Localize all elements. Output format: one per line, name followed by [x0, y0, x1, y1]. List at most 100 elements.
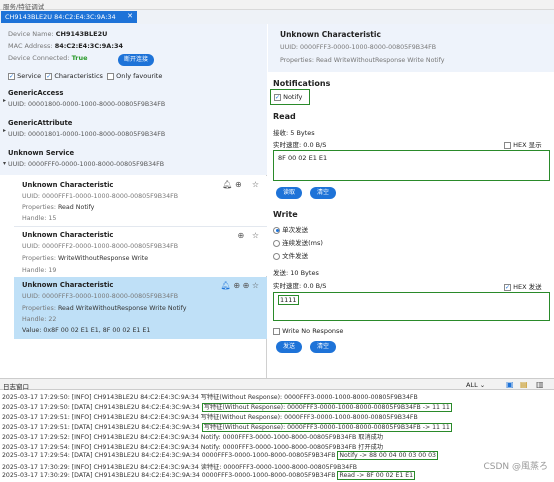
log-line: 2025-03-17 17:29:51: [DATA] CH9143BLE2U … — [2, 422, 452, 432]
service-uuid: UUID: 0000FFF0-0000-1000-8000-00805F9B34… — [8, 161, 165, 168]
characteristic-item-selected[interactable]: Unknown Characteristic UUID: 0000FFF3-00… — [14, 277, 267, 339]
clear-read-button[interactable]: 清空 — [310, 187, 336, 199]
log-message: Notify: 0000FFF3-0000-1000-8000-00805F9B… — [200, 444, 384, 451]
characteristic-name: Unknown Characteristic — [22, 181, 114, 189]
log-prefix: 2025-03-17 17:29:51: [INFO] CH9143BLE2U … — [2, 414, 201, 421]
service-name: Unknown Service — [8, 149, 75, 157]
props-value: WriteWithoutResponse Write — [57, 255, 149, 262]
log-line: 2025-03-17 17:30:29: [INFO] CH9143BLE2U … — [2, 462, 357, 471]
single-send-option[interactable]: 单次发送 — [273, 224, 308, 234]
upload-icon[interactable]: ⊕ — [237, 231, 244, 240]
service-item[interactable]: GenericAccess UUID: 00001800-0000-1000-8… — [8, 89, 165, 108]
log-message: Read -> 8F 00 02 E1 E1 — [337, 471, 416, 480]
hex-display-toggle[interactable]: HEX 显示 — [504, 139, 542, 149]
service-item[interactable]: Unknown Service UUID: 0000FFF0-0000-1000… — [8, 149, 164, 168]
log-filter-select[interactable]: ALL ⌄ — [466, 381, 485, 389]
device-name: CH9143BLE2U — [55, 30, 108, 38]
send-button[interactable]: 发送 — [276, 341, 302, 353]
favourite-checkbox[interactable] — [107, 72, 115, 80]
service-checkbox[interactable]: ✓ — [8, 72, 15, 80]
file-send-option[interactable]: 文件发送 — [273, 250, 308, 260]
characteristics-filter-label: Characteristics — [54, 72, 103, 80]
characteristic-value: Value: 0x8F 00 02 E1 E1, 8F 00 02 E1 E1 — [22, 327, 151, 334]
connected-label: Device Connected: — [8, 54, 70, 62]
expand-icon[interactable]: ▸ — [3, 127, 6, 134]
log-message: 读特征: 0000FFF3-0000-1000-8000-00805F9B34F… — [200, 464, 358, 471]
log-prefix: 2025-03-17 17:29:54: [DATA] CH9143BLE2U … — [2, 452, 338, 459]
write-rate: 实时速度: 0.0 B/S — [273, 282, 327, 290]
detail-header: Unknown Characteristic UUID: 0000FFF3-00… — [268, 24, 554, 72]
service-filter-label: Service — [17, 72, 42, 80]
characteristics-checkbox[interactable]: ✓ — [45, 72, 53, 80]
service-name: GenericAccess — [8, 89, 64, 97]
write-no-response-checkbox[interactable] — [273, 327, 280, 335]
favourite-filter-label: Only favourite — [116, 72, 163, 80]
hex-display-label: HEX 显示 — [513, 141, 542, 149]
write-value-field[interactable]: 1111 — [273, 292, 550, 321]
service-list: GenericAccess UUID: 00001800-0000-1000-8… — [0, 85, 267, 175]
tab-device[interactable]: CH9143BLE2U 84:C2:E4:3C:9A:34 ✕ — [1, 11, 137, 23]
log-header: 日志窗口 ALL ⌄ ▣ ▤ ▥ — [0, 378, 554, 391]
download-icon[interactable]: ⊕ — [235, 180, 242, 189]
log-line: 2025-03-17 17:29:52: [INFO] CH9143BLE2U … — [2, 432, 383, 441]
char-actions: 🔔︎ ⊕ ⊕ ☆ — [221, 281, 259, 290]
characteristic-item[interactable]: Unknown Characteristic UUID: 0000FFF2-00… — [14, 226, 267, 276]
single-send-label: 单次发送 — [282, 226, 309, 234]
clear-write-button[interactable]: 清空 — [310, 341, 336, 353]
clear-log-icon[interactable]: ▥ — [536, 380, 544, 389]
log-message: Notify -> 88 00 04 00 03 00 03 — [337, 451, 438, 460]
star-icon[interactable]: ☆ — [252, 180, 259, 189]
export-icon[interactable]: ▤ — [520, 380, 528, 389]
radio-icon[interactable] — [273, 226, 280, 234]
device-name-row: Device Name: CH9143BLE2U — [8, 30, 107, 38]
detail-uuid: UUID: 0000FFF3-0000-1000-8000-00805F9B34… — [280, 44, 437, 51]
continuous-send-label: 连续发送(ms) — [282, 239, 323, 247]
radio-icon[interactable] — [273, 239, 280, 247]
continuous-send-option[interactable]: 连续发送(ms) — [273, 237, 323, 247]
bell-icon[interactable]: 🔔︎ — [222, 180, 232, 189]
notify-checkbox[interactable]: ✓ Notify — [270, 89, 310, 105]
characteristic-name: Unknown Characteristic — [22, 231, 114, 239]
upload-icon[interactable]: ⊕ — [243, 281, 250, 290]
log-message: 写特征(Without Response): 0000FFF3-0000-100… — [200, 394, 418, 401]
read-button[interactable]: 读取 — [276, 187, 302, 199]
download-icon[interactable]: ⊕ — [233, 281, 240, 290]
device-name-label: Device Name: — [8, 30, 54, 38]
props-label: Properties: — [22, 204, 56, 211]
write-heading: Write — [273, 210, 298, 219]
read-value-field[interactable]: 8F 00 02 E1 E1 — [273, 150, 550, 181]
notifications-heading: Notifications — [273, 79, 331, 88]
device-info: Device Name: CH9143BLE2U MAC Address: 84… — [0, 24, 267, 86]
props-label: Properties: — [22, 305, 56, 312]
characteristic-handle: Handle: 19 — [22, 267, 57, 274]
log-list: 2025-03-17 17:29:50: [INFO] CH9143BLE2U … — [0, 390, 554, 482]
hex-send-label: HEX 发送 — [513, 283, 542, 291]
tab-label: CH9143BLE2U 84:C2:E4:3C:9A:34 — [5, 13, 116, 21]
service-name: GenericAttribute — [8, 119, 73, 127]
chevron-down-icon: ⌄ — [479, 381, 486, 389]
expand-icon[interactable]: ▸ — [3, 97, 6, 104]
close-icon[interactable]: ✕ — [127, 12, 133, 20]
radio-icon[interactable] — [273, 252, 280, 260]
write-no-response-toggle[interactable]: Write No Response — [273, 327, 343, 335]
log-prefix: 2025-03-17 17:29:54: [INFO] CH9143BLE2U … — [2, 444, 201, 451]
hex-send-checkbox[interactable]: ✓ — [504, 283, 511, 291]
service-uuid: UUID: 00001800-0000-1000-8000-00805F9B34… — [8, 101, 166, 108]
service-item[interactable]: GenericAttribute UUID: 00001801-0000-100… — [8, 119, 165, 138]
log-message: 写特征(Without Response): 0000FFF3-0000-100… — [201, 423, 452, 432]
hex-send-toggle[interactable]: ✓ HEX 发送 — [504, 281, 542, 291]
props-value: Read Notify — [57, 204, 95, 211]
received-bytes: 接收: 5 Bytes — [273, 129, 315, 137]
bell-icon[interactable]: 🔔︎ — [221, 281, 231, 290]
char-actions: ⊕ ☆ — [237, 231, 259, 240]
collapse-icon[interactable]: ▾ — [3, 160, 6, 167]
hex-display-checkbox[interactable] — [504, 141, 511, 149]
characteristic-uuid: UUID: 0000FFF1-0000-1000-8000-00805F9B34… — [22, 193, 179, 200]
log-prefix: 2025-03-17 17:29:50: [INFO] CH9143BLE2U … — [2, 394, 201, 401]
props-label: Properties: — [22, 255, 56, 262]
disconnect-button[interactable]: 断开连接 — [118, 54, 154, 66]
star-icon[interactable]: ☆ — [252, 281, 259, 290]
save-icon[interactable]: ▣ — [506, 380, 514, 389]
characteristic-item[interactable]: Unknown Characteristic UUID: 0000FFF1-00… — [14, 176, 267, 226]
star-icon[interactable]: ☆ — [252, 231, 259, 240]
